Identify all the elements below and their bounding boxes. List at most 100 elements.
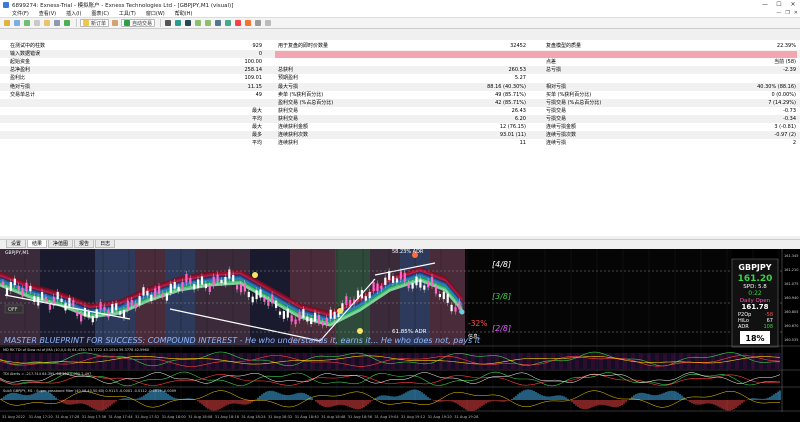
- candle-body: [247, 291, 250, 298]
- candle-body: [146, 290, 149, 296]
- bar-chart-icon[interactable]: [164, 19, 172, 27]
- report-label: 连续亏损: [546, 140, 567, 147]
- candle-body: [232, 275, 235, 282]
- panel-price: 161.20: [738, 274, 773, 284]
- tester-icon[interactable]: [63, 19, 71, 27]
- candle-body: [60, 298, 63, 303]
- candle-body: [298, 312, 301, 321]
- tab-results[interactable]: 结果: [27, 240, 48, 248]
- tab-settings[interactable]: 设置: [6, 240, 27, 248]
- new-chart-icon[interactable]: [3, 19, 11, 27]
- child-restore-icon[interactable]: ❐: [785, 10, 789, 16]
- zoom-out-icon[interactable]: [204, 19, 212, 27]
- menu-charts[interactable]: 图表(C): [92, 10, 109, 17]
- candle-body: [255, 290, 258, 300]
- chart-zone: [290, 249, 335, 345]
- new-order-button[interactable]: 新订单: [80, 19, 110, 27]
- oscillator-line: [0, 371, 781, 387]
- tab-report[interactable]: 报告: [74, 240, 95, 248]
- candle-body: [165, 293, 168, 301]
- price-tick: 160.535: [784, 338, 798, 342]
- line-chart-icon[interactable]: [184, 19, 192, 27]
- indicators-icon[interactable]: [244, 19, 252, 27]
- report-value: 258.14: [244, 67, 263, 74]
- candle-body: [158, 286, 161, 294]
- candle-body: [154, 288, 157, 298]
- close-icon[interactable]: ✕: [786, 0, 800, 9]
- candle-body: [446, 293, 449, 303]
- data-window-icon[interactable]: [33, 19, 41, 27]
- report-value: 0: [258, 51, 262, 58]
- candle-body: [9, 282, 12, 292]
- menu-file[interactable]: 文件(F): [12, 10, 29, 17]
- minimize-icon[interactable]: —: [758, 0, 772, 9]
- price-chart[interactable]: GBPJPY,M1 [4/8] [3/8] [2/8] -32% 61.85% …: [0, 249, 800, 422]
- menu-insert[interactable]: 插入(I): [66, 10, 81, 17]
- report-row: 在测试中的柱数 929 用于复盘的即时价数量 32452 复盘模型的质量 22.39%: [0, 42, 800, 50]
- navigator-icon[interactable]: [43, 19, 51, 27]
- terminal-icon[interactable]: [53, 19, 61, 27]
- signal-marker[interactable]: [357, 328, 363, 334]
- adr-label: 61.85% ADR: [392, 329, 427, 335]
- candle-body: [399, 271, 402, 280]
- menu-view[interactable]: 查看(V): [39, 10, 56, 17]
- report-row: 输入数据错误 0: [0, 50, 800, 59]
- signal-marker[interactable]: [252, 272, 258, 278]
- chart-canvas[interactable]: GBPJPY,M1 [4/8] [3/8] [2/8] -32% 61.85% …: [0, 249, 800, 422]
- candle-body: [384, 277, 387, 285]
- tab-graph[interactable]: 净值图: [48, 240, 74, 248]
- report-value: -0.97 (2): [774, 132, 796, 139]
- profiles-icon[interactable]: [13, 19, 21, 27]
- candle-body: [302, 309, 305, 318]
- report-value: 49: [255, 91, 262, 98]
- zoom-in-icon[interactable]: [194, 19, 202, 27]
- menu-help[interactable]: 帮助(H): [175, 10, 193, 17]
- candle-body: [29, 285, 32, 292]
- market-watch-icon[interactable]: [23, 19, 31, 27]
- app-icon: [3, 1, 9, 8]
- tile-windows-icon[interactable]: [214, 19, 222, 27]
- candles-icon[interactable]: [174, 19, 182, 27]
- report-label: 亏损交易: [546, 115, 567, 122]
- time-axis: 31 Aug 2022 31 Aug 17:20 31 Aug 17:28 31 Au…: [2, 415, 479, 419]
- child-window-controls: — ❐ ✕: [776, 10, 798, 16]
- candle-body: [427, 280, 430, 288]
- templates-icon[interactable]: [264, 19, 272, 27]
- time-tick: 31 Aug 18:00: [162, 415, 187, 419]
- auto-trading-button[interactable]: 自动交易: [121, 19, 156, 27]
- report-value: [440, 50, 526, 58]
- candle-body: [142, 287, 145, 296]
- menu-tools[interactable]: 工具(T): [119, 10, 136, 17]
- report-value: 260.53: [508, 67, 527, 74]
- menu-window[interactable]: 窗口(W): [146, 10, 165, 17]
- periods-icon[interactable]: [254, 19, 262, 27]
- child-close-icon[interactable]: ✕: [794, 10, 798, 16]
- murrey-label-4-8: [4/8]: [492, 260, 511, 269]
- panel-pct: 18%: [745, 334, 764, 343]
- candle-body: [419, 279, 422, 288]
- report-value: -0.73: [783, 107, 796, 114]
- toolbar: 新订单 自动交易: [0, 18, 800, 29]
- candle-body: [83, 307, 87, 317]
- report-label: 买单 (%获利百分比): [546, 91, 592, 98]
- candle-body: [310, 318, 313, 325]
- new-order-icon: [83, 20, 89, 26]
- child-minimize-icon[interactable]: —: [776, 10, 781, 16]
- time-tick: 31 Aug 19:28: [454, 415, 479, 419]
- maximize-icon[interactable]: ☐: [772, 0, 786, 9]
- tab-journal[interactable]: 日志: [95, 240, 116, 248]
- tdi-alerts-subwindow: [0, 371, 781, 387]
- time-tick: 31 Aug 19:04: [374, 415, 399, 419]
- autoscroll-icon[interactable]: [224, 19, 232, 27]
- chart-shift-icon[interactable]: [234, 19, 242, 27]
- report-value: 100.00: [244, 59, 263, 66]
- candle-body: [278, 311, 282, 315]
- price-tick: 161.345: [784, 254, 798, 258]
- candle-body: [376, 283, 379, 292]
- candle-body: [107, 310, 110, 318]
- time-tick: 31 Aug 17:28: [55, 415, 80, 419]
- candle-body: [415, 276, 418, 286]
- signal-marker[interactable]: [337, 308, 343, 314]
- signal-marker[interactable]: [459, 309, 465, 315]
- metaeditor-icon[interactable]: [111, 19, 119, 27]
